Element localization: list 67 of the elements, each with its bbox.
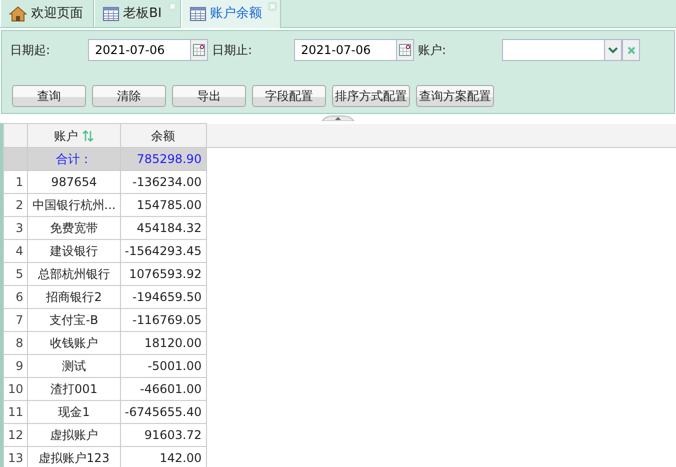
table-icon xyxy=(190,7,206,21)
table-cell: 虚拟账户 xyxy=(28,424,120,446)
date-field[interactable]: 2021-07-06 xyxy=(294,39,396,61)
row-number: 5 xyxy=(4,262,28,286)
table-cell: 测试 xyxy=(28,354,120,378)
toolbar-button[interactable]: 排序方式配置 xyxy=(332,85,410,107)
sort-icon[interactable] xyxy=(82,130,94,142)
row-number: 13 xyxy=(4,446,28,467)
row-number: 9 xyxy=(4,354,28,378)
row-number: 8 xyxy=(4,332,28,354)
home-icon xyxy=(9,6,27,22)
table-cell: -136234.00 xyxy=(120,170,206,194)
total-label: 合计： xyxy=(28,148,120,170)
toolbar-button[interactable]: 字段配置 xyxy=(252,85,326,107)
toolbar-button[interactable]: 查询方案配置 xyxy=(416,85,494,107)
table-icon xyxy=(103,6,119,20)
calendar-icon[interactable] xyxy=(399,44,411,56)
clear-button[interactable] xyxy=(622,39,640,61)
tab[interactable]: 账户余额 xyxy=(180,0,281,28)
table-cell: 总部杭州银行 xyxy=(28,262,120,286)
table-cell: 招商银行2 xyxy=(28,286,120,308)
table-cell: 渣打001 xyxy=(28,378,120,400)
dropdown-caret-icon[interactable] xyxy=(608,46,618,54)
toolbar-button[interactable]: 查询 xyxy=(12,85,86,107)
table-cell: 91603.72 xyxy=(120,424,206,446)
row-number: 11 xyxy=(4,400,28,424)
date-field[interactable]: 2021-07-06 xyxy=(88,39,190,61)
row-number: 12 xyxy=(4,424,28,446)
table-cell: -46601.00 xyxy=(120,378,206,400)
table-cell: 中国银行杭州... xyxy=(28,194,120,216)
table-cell: 建设银行 xyxy=(28,240,120,262)
field-label: 日期起: xyxy=(10,42,52,59)
row-number: 3 xyxy=(4,216,28,240)
table-cell: 现金1 xyxy=(28,400,120,424)
clear-icon xyxy=(626,46,636,54)
table-cell: 1076593.92 xyxy=(120,262,206,286)
table-cell: -194659.50 xyxy=(120,286,206,308)
toolbar-button[interactable]: 导出 xyxy=(172,85,246,107)
table-cell: 18120.00 xyxy=(120,332,206,354)
table-cell: -5001.00 xyxy=(120,354,206,378)
row-number: 2 xyxy=(4,194,28,216)
calendar-icon[interactable] xyxy=(193,44,205,56)
field-label: 账户: xyxy=(418,42,448,59)
table-cell: -116769.05 xyxy=(120,308,206,332)
table-cell: 454184.32 xyxy=(120,216,206,240)
row-number: 7 xyxy=(4,308,28,332)
table-cell: 收钱账户 xyxy=(28,332,120,354)
close-icon[interactable] xyxy=(268,2,277,11)
column-header[interactable]: 账户 xyxy=(28,124,120,148)
tab[interactable]: 欢迎页面 xyxy=(0,0,94,27)
total-value: 785298.90 xyxy=(120,148,206,170)
table-cell: 987654 xyxy=(28,170,120,194)
table-cell: 154785.00 xyxy=(120,194,206,216)
row-number: 6 xyxy=(4,286,28,308)
row-number: 10 xyxy=(4,378,28,400)
account-select[interactable] xyxy=(502,39,604,61)
table-cell: 免费宽带 xyxy=(28,216,120,240)
close-icon[interactable] xyxy=(168,2,177,11)
table-cell: -1564293.45 xyxy=(120,240,206,262)
table-cell: -6745655.40 xyxy=(120,400,206,424)
table-cell: 支付宝-B xyxy=(28,308,120,332)
toolbar-button[interactable]: 清除 xyxy=(92,85,166,107)
field-label: 日期止: xyxy=(212,42,254,59)
column-header[interactable]: 余额 xyxy=(120,124,206,148)
row-number: 4 xyxy=(4,240,28,262)
tab[interactable]: 老板BI xyxy=(94,0,181,27)
row-number: 1 xyxy=(4,170,28,194)
